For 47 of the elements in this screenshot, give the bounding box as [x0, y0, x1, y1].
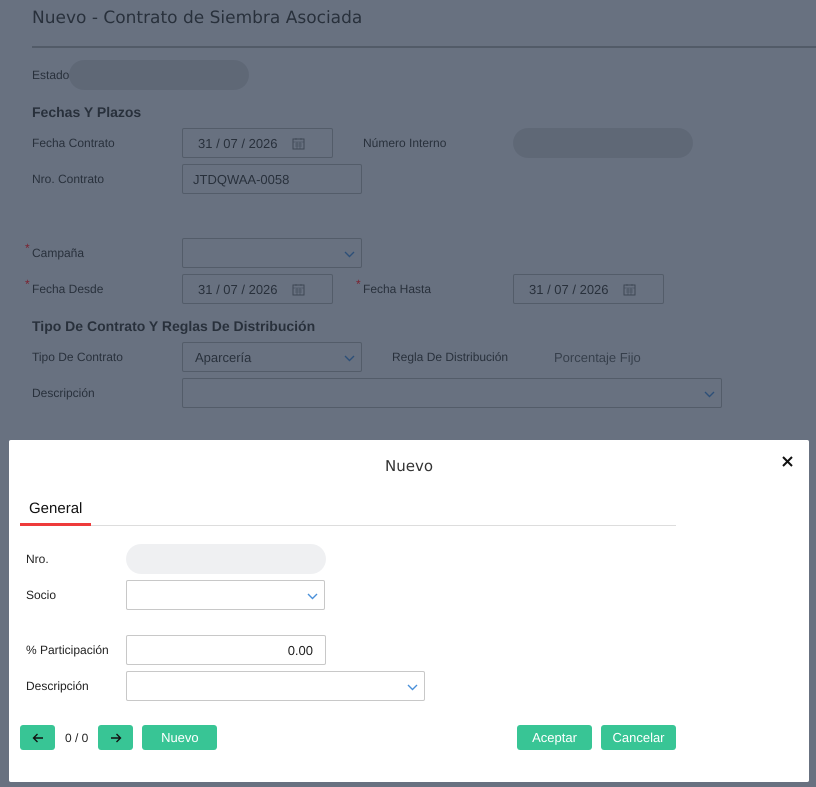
accept-button[interactable]: Aceptar [517, 725, 592, 750]
next-button[interactable] [98, 725, 134, 750]
record-counter: 0 / 0 [65, 730, 88, 744]
field-label: Fecha Contrato [32, 136, 115, 150]
calendar-icon [622, 282, 636, 296]
date-field[interactable]: 31 / 07 / 2026 [513, 274, 664, 304]
field-label: Número Interno [363, 136, 446, 150]
tab[interactable]: General [20, 500, 92, 526]
required-mark: * [25, 241, 30, 255]
new-button[interactable]: Nuevo [142, 725, 218, 750]
chevron-icon [344, 251, 355, 258]
chevron-icon [407, 684, 418, 691]
text-field[interactable]: JTDQWAA-0058 [182, 164, 362, 194]
page-title: Nuevo - Contrato de Siembra Asociada [32, 8, 816, 48]
field-label: Descripción [26, 679, 90, 693]
date-field[interactable]: 31 / 07 / 2026 [182, 128, 333, 158]
right-arrow-icon [110, 732, 122, 742]
date-field[interactable]: 31 / 07 / 2026 [182, 274, 333, 304]
chevron-icon [344, 355, 355, 362]
field-label: Estado [32, 68, 70, 82]
close-icon[interactable] [782, 456, 793, 467]
left-arrow-icon [32, 732, 44, 742]
previous-button[interactable] [20, 725, 55, 750]
calendar-icon [292, 136, 305, 150]
field-label: Nro. [26, 552, 50, 566]
dropdown-field[interactable] [182, 378, 722, 408]
field-label: Regla De Distribución [392, 350, 508, 364]
required-mark: * [25, 277, 30, 291]
field-label: Socio [26, 588, 58, 602]
field-label: Campaña [32, 246, 84, 260]
field-label: Tipo De Contrato [32, 350, 123, 364]
field-label: Fecha Hasta [363, 282, 432, 296]
dropdown-field[interactable] [182, 238, 362, 268]
section-heading: Fechas Y Plazos [32, 104, 142, 120]
calendar-icon [292, 282, 305, 296]
section-heading: Tipo De Contrato Y Reglas De Distribución [32, 318, 316, 334]
cancel-button[interactable]: Cancelar [601, 725, 676, 750]
field-label: Descripción [32, 386, 95, 400]
field-label: % Participación [26, 643, 110, 657]
chevron-icon [704, 391, 715, 398]
dropdown-field[interactable]: Aparcería [182, 342, 362, 372]
field-label: Fecha Desde [32, 282, 104, 296]
number-field[interactable]: 0.00 [126, 635, 326, 665]
field-label: Nro. Contrato [32, 172, 104, 186]
required-mark: * [356, 277, 361, 291]
chevron-icon [307, 593, 318, 600]
dialog-title: Nuevo [384, 457, 433, 475]
